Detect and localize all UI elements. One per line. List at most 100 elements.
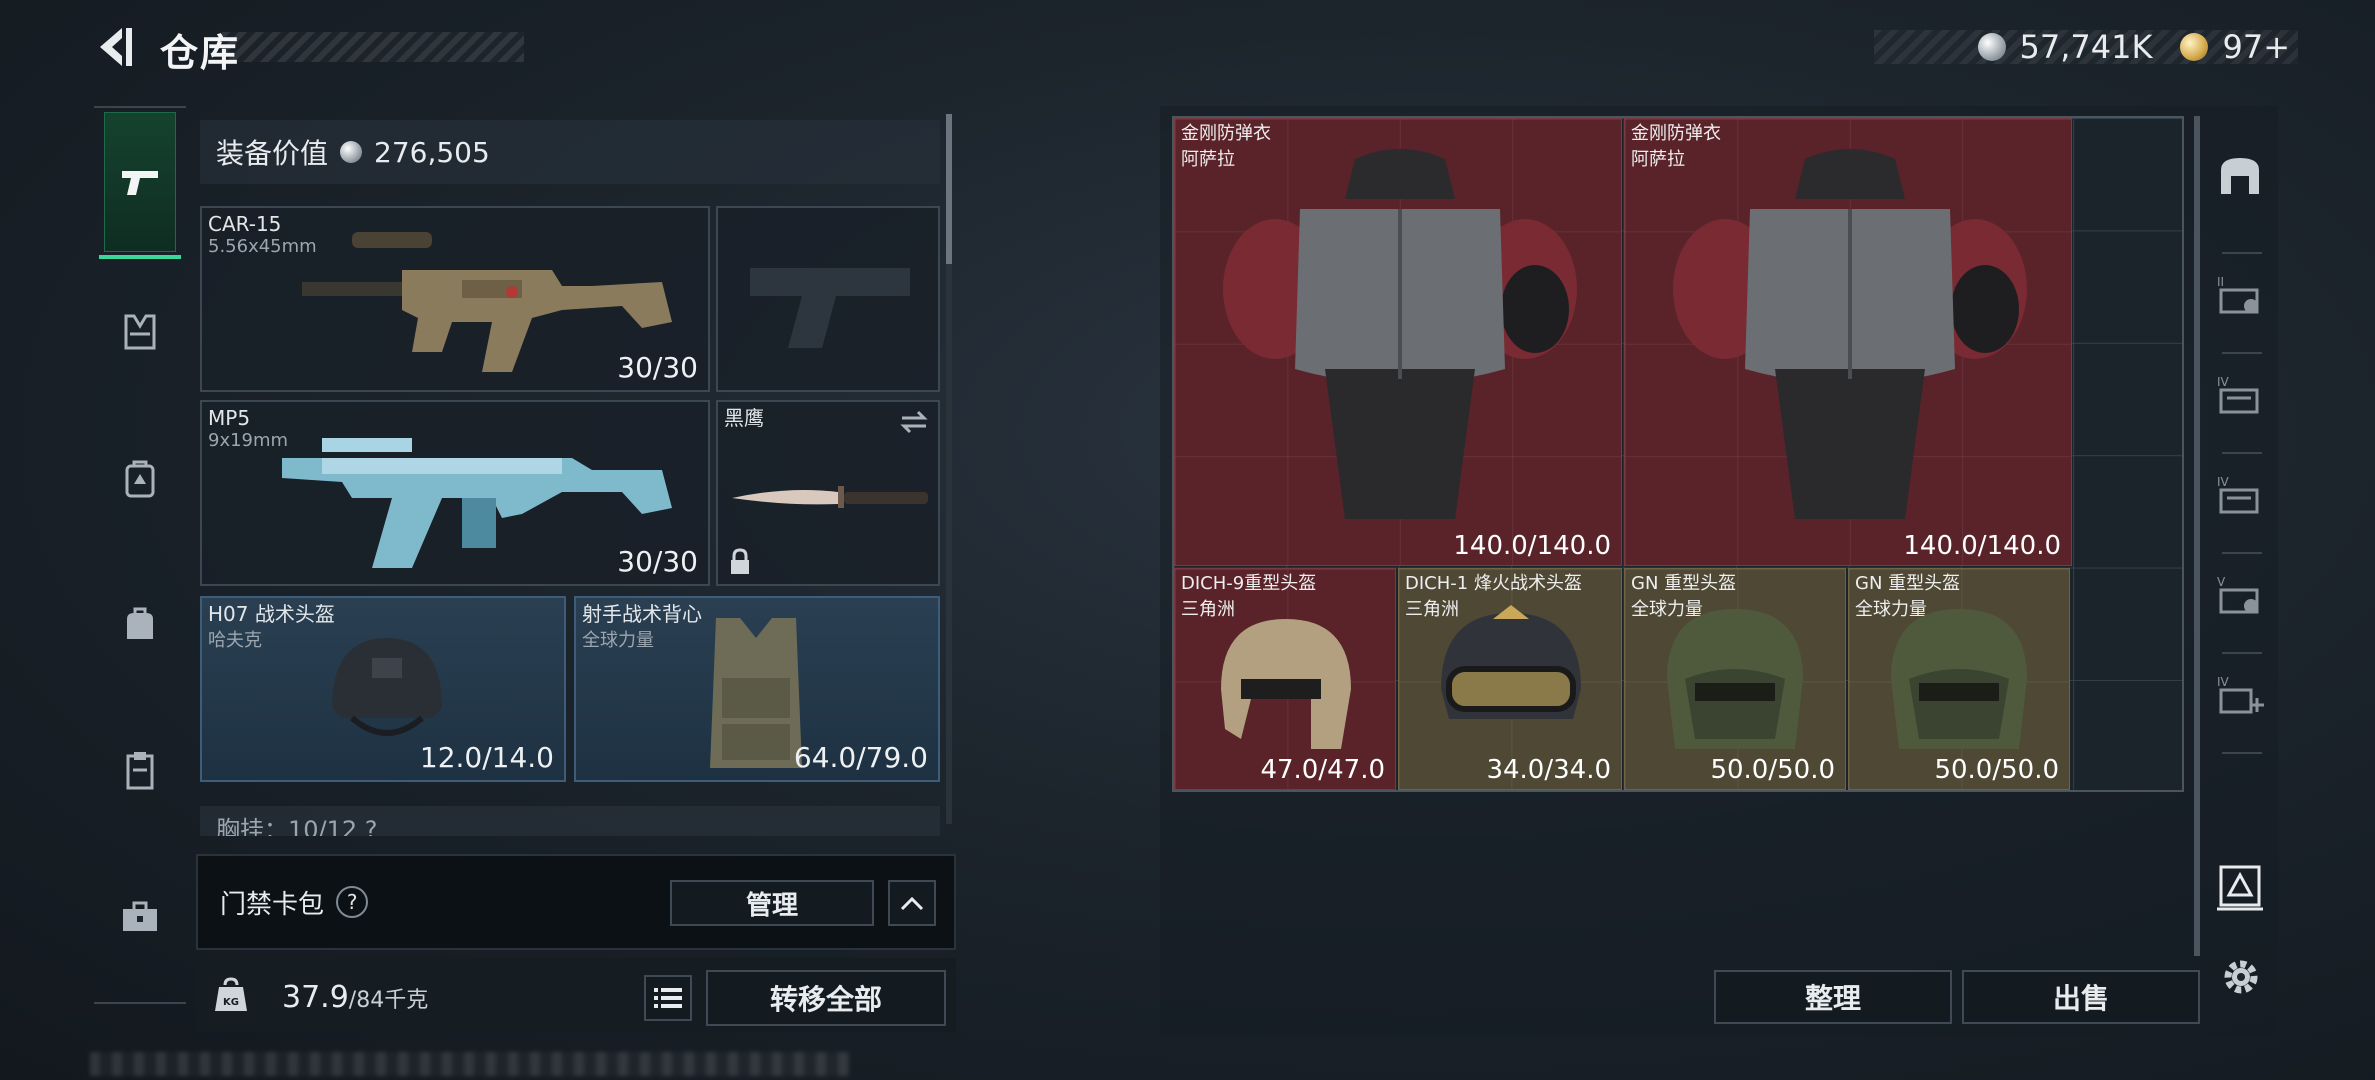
auto-sort-icon <box>2217 865 2263 911</box>
nav-backpack[interactable] <box>104 442 176 514</box>
item-durability: 50.0/50.0 <box>1710 755 1835 785</box>
storage-item[interactable]: DICH-1 烽火战术头盔 三角洲 34.0/34.0 <box>1398 568 1622 790</box>
settings-button[interactable] <box>2214 950 2268 1004</box>
sort-button[interactable]: 整理 <box>1714 970 1952 1024</box>
weight-kg-icon: KG <box>215 977 247 1011</box>
storage-tab-4a[interactable]: IV <box>2204 358 2276 430</box>
clipboard-icon <box>126 752 154 790</box>
sidearm-slot[interactable] <box>716 206 940 392</box>
heavy-armor-icon <box>1673 149 2027 519</box>
heavy-helmet-icon <box>1221 619 1351 749</box>
storage-tabs: II IV IV V IV <box>2204 140 2276 920</box>
item-durability: 47.0/47.0 <box>1260 755 1385 785</box>
backpack-icon <box>125 460 155 498</box>
storage-tab-2[interactable]: II <box>2204 258 2276 330</box>
storage-tab-home[interactable] <box>2204 140 2276 212</box>
toolbox-icon <box>123 901 157 931</box>
item-durability: 50.0/50.0 <box>1934 755 2059 785</box>
storage-item[interactable]: 金刚防弹衣 阿萨拉 140.0/140.0 <box>1624 118 2072 566</box>
silver-coin-icon <box>340 141 363 163</box>
page-title: 仓库 <box>160 31 241 75</box>
melee-slot[interactable]: 黑鹰 <box>716 400 940 586</box>
nav-vest[interactable] <box>104 296 176 368</box>
item-name: DICH-1 烽火战术头盔 <box>1405 573 1582 594</box>
gn-heavy-helmet-icon <box>1667 609 1803 749</box>
storage-tab-add[interactable]: IV <box>2204 658 2276 730</box>
knife-icon <box>732 486 928 508</box>
currency-bar: 57,741K 97+ <box>1874 28 2298 66</box>
collapse-button[interactable] <box>888 880 936 926</box>
empty-pistol-icon <box>750 268 910 348</box>
nav-clipboard[interactable] <box>104 734 176 806</box>
armor-name: 射手战术背心 <box>582 602 702 626</box>
item-name: DICH-9重型头盔 <box>1181 573 1317 594</box>
title-decoration <box>222 32 524 62</box>
storage-tab-4b[interactable]: IV <box>2204 458 2276 530</box>
storage-tab-4b-icon: IV <box>2217 475 2259 514</box>
melee-name: 黑鹰 <box>724 406 764 430</box>
storage-tab-5-icon: V <box>2217 575 2259 614</box>
manage-button[interactable]: 管理 <box>670 880 874 926</box>
back-arrow-icon <box>100 28 132 66</box>
heavy-armor-icon <box>1223 149 1577 519</box>
svg-text:IV: IV <box>2217 475 2230 489</box>
item-name: GN 重型头盔 <box>1631 573 1737 594</box>
silver-coin-icon <box>1977 33 2006 61</box>
auto-sort-button[interactable] <box>2204 850 2276 922</box>
storage-item[interactable]: GN 重型头盔 全球力量 50.0/50.0 <box>1848 568 2070 790</box>
sell-button[interactable]: 出售 <box>1962 970 2200 1024</box>
tactical-helmet-goggles-icon <box>1441 605 1581 719</box>
storage-home-icon <box>2221 158 2259 194</box>
nav-weapons[interactable] <box>99 112 181 259</box>
list-view-button[interactable] <box>644 975 692 1021</box>
equip-value-label: 装备价值 <box>216 137 329 170</box>
item-durability: 140.0/140.0 <box>1903 531 2061 561</box>
helmet-brand: 哈夫克 <box>208 630 262 651</box>
durability: 64.0/79.0 <box>793 741 928 774</box>
loadout-scroll-thumb[interactable] <box>946 114 952 264</box>
swap-icon[interactable] <box>898 410 930 434</box>
storage-item[interactable]: 金刚防弹衣 阿萨拉 140.0/140.0 <box>1174 118 1622 566</box>
gear-icon <box>2224 960 2258 994</box>
list-icon <box>654 988 682 1008</box>
ammo-count: 30/30 <box>617 545 698 578</box>
help-icon[interactable]: ? <box>329 879 375 925</box>
lock-icon <box>731 548 749 574</box>
storage-item[interactable]: GN 重型头盔 全球力量 50.0/50.0 <box>1624 568 1846 790</box>
item-durability: 34.0/34.0 <box>1486 755 1611 785</box>
armor-brand: 全球力量 <box>582 630 654 651</box>
chest-rig-label: 胸挂：10/12 ? <box>216 816 378 836</box>
storage-add-icon: IV <box>2217 675 2264 714</box>
ammo-count: 30/30 <box>617 351 698 384</box>
vest-icon <box>124 314 156 350</box>
transfer-all-button[interactable]: 转移全部 <box>706 970 946 1026</box>
storage-scrollbar[interactable] <box>2194 116 2200 956</box>
primary-weapon-slot[interactable]: CAR-15 5.56x45mm 30/30 <box>200 206 710 392</box>
chest-rig-row[interactable]: 胸挂：10/12 ? <box>200 806 940 836</box>
storage-tab-5[interactable]: V <box>2204 558 2276 630</box>
card-pack-label: 门禁卡包 <box>220 889 325 920</box>
back-button[interactable] <box>92 22 138 72</box>
item-durability: 140.0/140.0 <box>1453 531 1611 561</box>
svg-text:II: II <box>2217 275 2224 289</box>
durability: 12.0/14.0 <box>419 741 554 774</box>
left-nav <box>94 106 186 1006</box>
svg-text:KG: KG <box>223 997 239 1008</box>
equip-value-amount: 276,505 <box>374 135 490 169</box>
armor-slot[interactable]: 射手战术背心 全球力量 64.0/79.0 <box>574 596 940 782</box>
pistol-icon <box>122 171 158 195</box>
nav-toolbox[interactable] <box>104 880 176 952</box>
currency-secondary: 97+ <box>2222 28 2290 66</box>
secondary-weapon-slot[interactable]: MP5 9x19mm 30/30 <box>200 400 710 586</box>
storage-tab-4a-icon: IV <box>2217 375 2259 414</box>
svg-text:IV: IV <box>2217 375 2230 389</box>
svg-text:IV: IV <box>2217 675 2230 689</box>
helmet-slot[interactable]: H07 战术头盔 哈夫克 12.0/14.0 <box>200 596 566 782</box>
blurred-footer-text <box>90 1052 850 1076</box>
bag-icon <box>127 607 153 639</box>
gn-heavy-helmet-icon <box>1891 609 2027 749</box>
svg-text:V: V <box>2217 575 2226 589</box>
nav-bag[interactable] <box>104 588 176 660</box>
equipment-value: 装备价值 276,505 <box>200 120 940 184</box>
storage-item[interactable]: DICH-9重型头盔 三角洲 47.0/47.0 <box>1174 568 1396 790</box>
